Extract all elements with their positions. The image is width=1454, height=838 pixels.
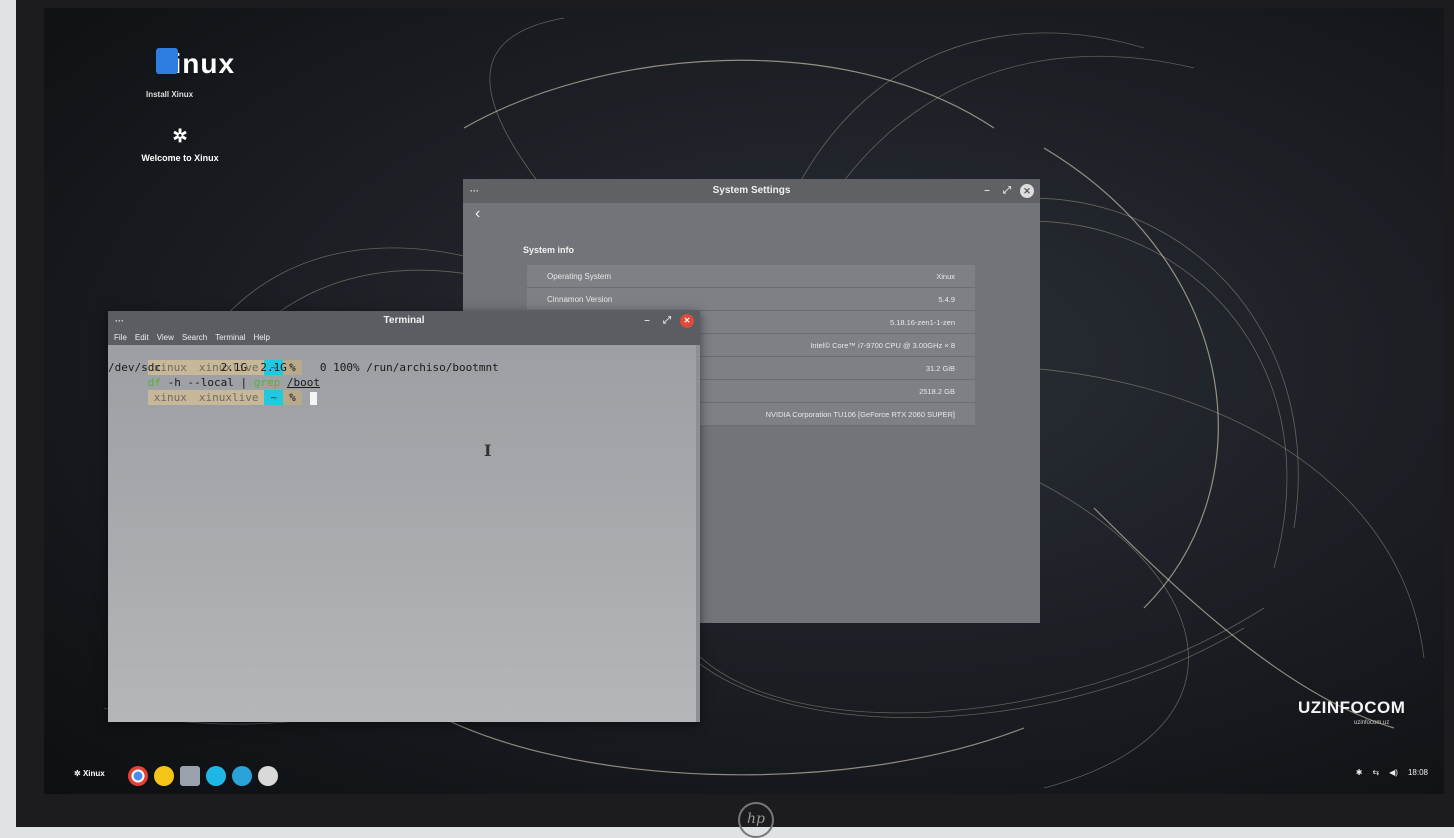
prompt-host: xinuxlive bbox=[192, 390, 265, 405]
window-menu-icon[interactable]: ··· bbox=[470, 179, 479, 203]
terminal-scrollbar[interactable] bbox=[696, 345, 700, 722]
info-value: Xinux bbox=[936, 271, 955, 281]
info-value: 2518.2 GB bbox=[919, 386, 955, 396]
xinux-mark-icon: ✲ bbox=[172, 126, 188, 146]
minimize-button[interactable]: – bbox=[640, 314, 654, 328]
terminal-body[interactable]: xinux xinuxlive ~% df -h --local | grep /b… bbox=[108, 345, 696, 722]
hp-logo: hp bbox=[738, 802, 774, 838]
bluetooth-icon[interactable]: ✱ bbox=[1356, 768, 1363, 777]
browser-icon[interactable] bbox=[232, 766, 252, 786]
maximize-button[interactable]: ⤢ bbox=[660, 314, 674, 328]
system-tray: ✱ ⇆ ◀) 18:08 bbox=[1356, 768, 1428, 777]
text-cursor bbox=[309, 391, 317, 405]
volume-icon[interactable]: ◀) bbox=[1389, 768, 1398, 777]
watermark: UZINFOCOM bbox=[1298, 698, 1406, 717]
install-xinux-desktop-icon[interactable]: xinux Install Xinux bbox=[136, 48, 256, 99]
section-title: System info bbox=[523, 245, 575, 255]
settings-nav: ‹ bbox=[463, 203, 1040, 229]
info-label: Operating System bbox=[547, 271, 612, 281]
terminal-line: xinux xinuxlive ~% df -h --local | grep /b… bbox=[108, 345, 696, 389]
menu-edit[interactable]: Edit bbox=[135, 331, 149, 345]
ibeam-cursor-icon: I bbox=[484, 441, 492, 460]
info-value: 5.4.9 bbox=[938, 294, 955, 304]
info-label: Cinnamon Version bbox=[547, 294, 613, 304]
menu-terminal[interactable]: Terminal bbox=[215, 331, 245, 345]
menu-file[interactable]: File bbox=[114, 331, 127, 345]
info-row: Operating System Xinux bbox=[527, 265, 975, 288]
install-label: Install Xinux bbox=[146, 90, 194, 99]
info-value: Intel© Core™ i7-9700 CPU @ 3.00GHz × 8 bbox=[810, 340, 955, 350]
menu-view[interactable]: View bbox=[157, 331, 174, 345]
menu-help[interactable]: Help bbox=[253, 331, 269, 345]
close-button[interactable]: ✕ bbox=[680, 314, 694, 328]
download-icon bbox=[156, 48, 178, 74]
info-value: 31.2 GiB bbox=[925, 363, 955, 373]
prompt-user: xinux bbox=[147, 390, 193, 405]
info-value: 5.18.16-zen1-1-zen bbox=[889, 317, 955, 327]
welcome-desktop-icon[interactable]: ✲ Welcome to Xinux bbox=[130, 126, 230, 163]
close-button[interactable]: ✕ bbox=[1020, 184, 1034, 198]
terminal-title: Terminal bbox=[383, 315, 425, 326]
prompt-symbol: % bbox=[283, 390, 302, 405]
software-icon[interactable] bbox=[258, 766, 278, 786]
terminal-icon[interactable] bbox=[206, 766, 226, 786]
watermark-sub: uzinfocom.uz bbox=[1354, 720, 1390, 726]
network-icon[interactable]: ⇆ bbox=[1372, 768, 1379, 777]
maximize-button[interactable]: ⤢ bbox=[1000, 184, 1014, 198]
info-row: Cinnamon Version 5.4.9 bbox=[527, 288, 975, 311]
files-icon[interactable] bbox=[154, 766, 174, 786]
terminal-titlebar[interactable]: ··· Terminal – ⤢ ✕ bbox=[108, 311, 700, 331]
menu-label: Xinux bbox=[82, 769, 105, 778]
taskbar: ✲ Xinux ✱ ⇆ ◀) 18:08 bbox=[44, 760, 1444, 790]
terminal-line: xinux xinuxlive ~% bbox=[108, 375, 696, 405]
prompt-dir: ~ bbox=[264, 390, 284, 405]
terminal-output: /dev/sdc 2.1G 2.1G 0 100% /run/archiso/b… bbox=[108, 361, 499, 374]
xinux-logo: xinux bbox=[156, 48, 236, 79]
back-button[interactable]: ‹ bbox=[475, 205, 480, 223]
info-value: NVIDIA Corporation TU106 [GeForce RTX 20… bbox=[765, 409, 955, 419]
settings-title: System Settings bbox=[712, 185, 791, 196]
start-menu-button[interactable]: ✲ Xinux bbox=[74, 769, 105, 778]
welcome-label: Welcome to Xinux bbox=[141, 153, 219, 163]
clock[interactable]: 18:08 bbox=[1408, 768, 1428, 777]
terminal-menubar: File Edit View Search Terminal Help bbox=[108, 331, 700, 345]
minimize-button[interactable]: – bbox=[980, 184, 994, 198]
terminal-window: ··· Terminal – ⤢ ✕ File Edit View Search… bbox=[108, 311, 700, 722]
window-menu-icon[interactable]: ··· bbox=[115, 311, 124, 331]
settings-icon[interactable] bbox=[180, 766, 200, 786]
menu-search[interactable]: Search bbox=[182, 331, 207, 345]
chrome-icon[interactable] bbox=[128, 766, 148, 786]
settings-titlebar[interactable]: ··· System Settings – ⤢ ✕ bbox=[463, 179, 1040, 203]
